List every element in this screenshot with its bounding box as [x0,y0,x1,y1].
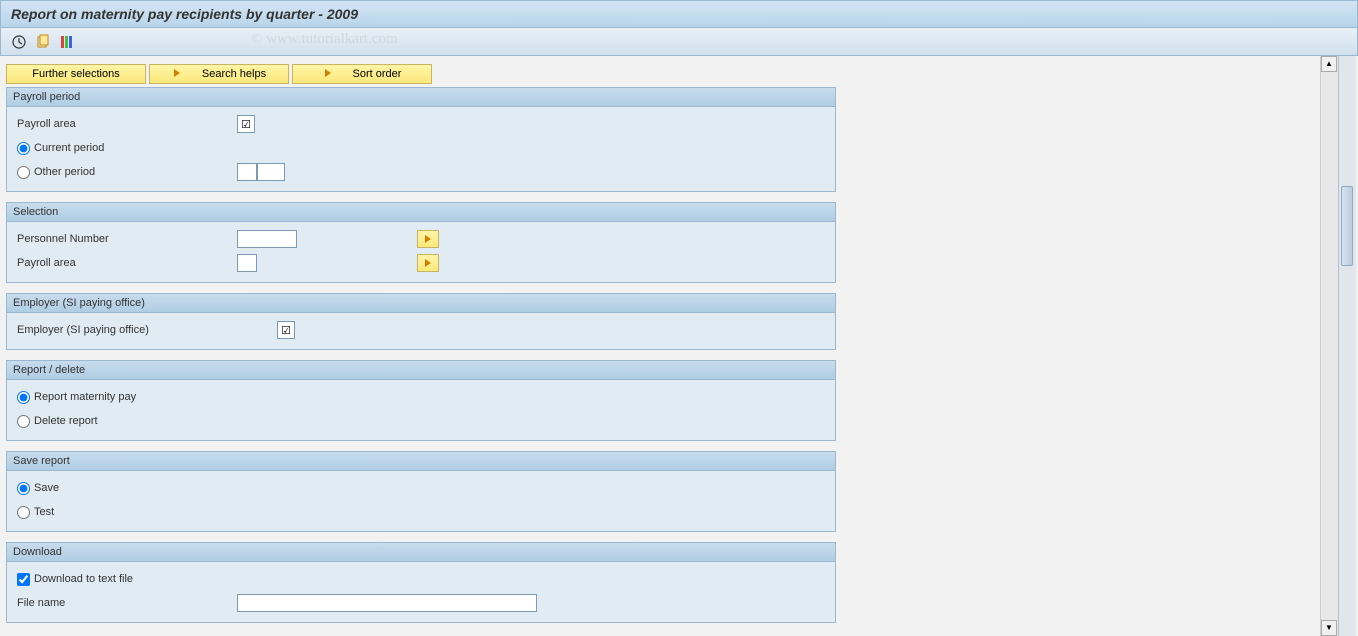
payroll-area-multi-button[interactable] [417,254,439,272]
report-maternity-radio[interactable]: Report maternity pay [17,391,237,404]
other-period-input-1[interactable] [237,163,257,181]
other-period-input-2[interactable] [257,163,285,181]
search-helps-button[interactable]: Search helps [149,64,289,84]
arrow-right-icon [323,68,333,81]
save-radio[interactable]: Save [17,482,237,495]
arrow-right-icon [172,68,182,81]
execute-icon[interactable] [11,34,27,50]
save-report-group: Save report Save Test [6,451,836,532]
employer-label: Employer (SI paying office) [17,324,277,336]
sort-order-button[interactable]: Sort order [292,64,432,84]
report-delete-group: Report / delete Report maternity pay Del… [6,360,836,441]
page-title: Report on maternity pay recipients by qu… [11,6,358,22]
download-group: Download Download to text file File name [6,542,836,623]
selection-group: Selection Personnel Number Payroll area [6,202,836,283]
main-scrollbar[interactable]: ▲ ▼ [1320,56,1338,636]
employer-indicator[interactable]: ☑ [277,321,295,339]
payroll-period-group: Payroll period Payroll area ☑ Current pe… [6,87,836,192]
payroll-area-sel-input[interactable] [237,254,257,272]
scroll-thumb[interactable] [1341,186,1353,266]
file-name-input[interactable] [237,594,537,612]
toolbar: © www.tutorialkart.com [0,28,1358,56]
watermark: © www.tutorialkart.com [251,31,398,48]
group-header: Selection [7,203,835,222]
group-header: Download [7,543,835,562]
delete-report-radio[interactable]: Delete report [17,415,237,428]
personnel-number-label: Personnel Number [17,233,237,245]
download-checkbox[interactable]: Download to text file [17,573,237,586]
scroll-up-icon[interactable]: ▲ [1321,56,1337,72]
title-bar: Report on maternity pay recipients by qu… [0,0,1358,28]
scroll-down-icon[interactable]: ▼ [1321,620,1337,636]
other-period-radio[interactable]: Other period [17,166,237,179]
file-name-label: File name [17,597,237,609]
color-bars-icon[interactable] [59,34,75,50]
payroll-area-sel-label: Payroll area [17,257,237,269]
content-area: Further selections Search helps Sort ord… [0,56,1358,636]
payroll-area-label: Payroll area [17,118,237,130]
personnel-number-multi-button[interactable] [417,230,439,248]
group-header: Employer (SI paying office) [7,294,835,313]
further-selections-button[interactable]: Further selections [6,64,146,84]
test-radio[interactable]: Test [17,506,237,519]
action-button-row: Further selections Search helps Sort ord… [6,64,1314,84]
payroll-area-indicator[interactable]: ☑ [237,115,255,133]
group-header: Save report [7,452,835,471]
group-header: Report / delete [7,361,835,380]
personnel-number-input[interactable] [237,230,297,248]
current-period-radio[interactable]: Current period [17,142,237,155]
variant-icon[interactable] [35,34,51,50]
window-scrollbar[interactable] [1338,56,1356,636]
group-header: Payroll period [7,88,835,107]
main-panel: Further selections Search helps Sort ord… [0,56,1320,636]
employer-group: Employer (SI paying office) Employer (SI… [6,293,836,350]
